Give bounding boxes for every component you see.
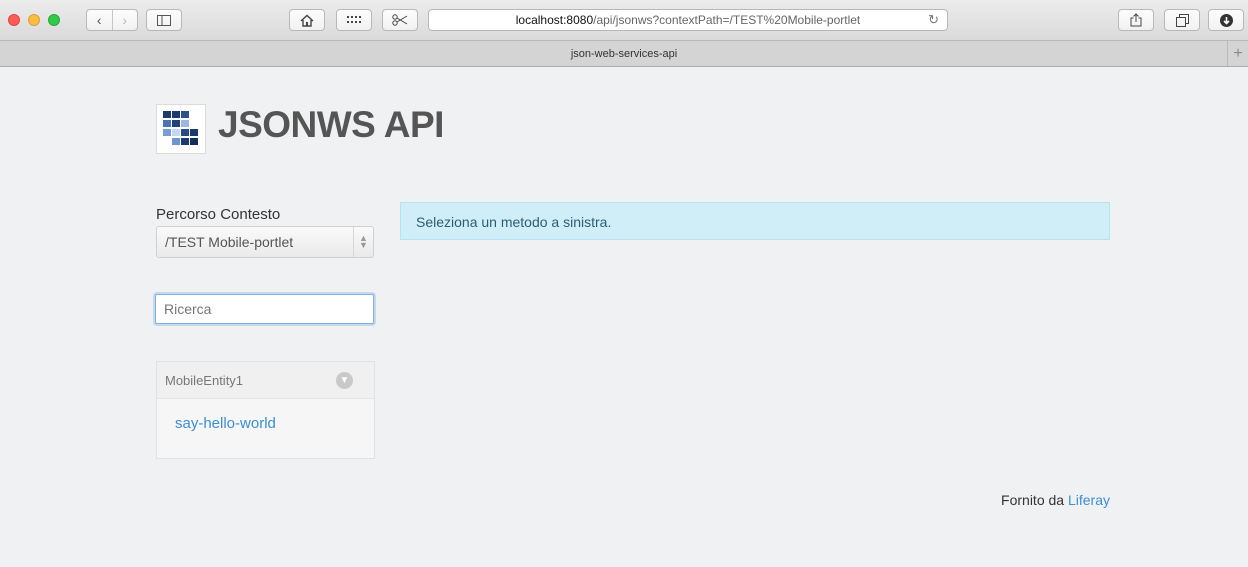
method-link[interactable]: say-hello-world bbox=[175, 415, 276, 432]
sidebar-icon bbox=[157, 14, 171, 26]
search-input[interactable] bbox=[155, 294, 374, 324]
tabs-icon bbox=[1175, 13, 1189, 27]
forward-icon[interactable]: › bbox=[111, 10, 138, 30]
footer-prefix: Fornito da bbox=[1001, 492, 1065, 508]
address-bar[interactable]: localhost:8080/api/jsonws?contextPath=/T… bbox=[428, 9, 948, 31]
info-alert: Seleziona un metodo a sinistra. bbox=[400, 202, 1110, 240]
tab-bar: json-web-services-api + bbox=[0, 41, 1248, 67]
browser-toolbar: ‹ › localhost:8080/api/jsonws?contextPat… bbox=[0, 0, 1248, 41]
tab-title[interactable]: json-web-services-api bbox=[571, 48, 677, 60]
minimize-window-button[interactable] bbox=[28, 14, 40, 26]
service-group-title: MobileEntity1 bbox=[165, 373, 244, 388]
context-path-select[interactable]: /TEST Mobile-portlet ▲ ▼ bbox=[156, 226, 374, 258]
clip-button[interactable] bbox=[382, 9, 418, 31]
chevron-down-icon[interactable]: ▼ bbox=[336, 372, 353, 389]
service-group-panel: MobileEntity1 ▼ say-hello-world bbox=[156, 361, 375, 459]
reload-icon[interactable]: ↻ bbox=[928, 12, 939, 28]
context-path-label: Percorso Contesto bbox=[156, 206, 281, 223]
footer: Fornito da Liferay bbox=[1001, 492, 1110, 508]
home-button[interactable] bbox=[289, 9, 325, 31]
history-nav: ‹ › bbox=[86, 9, 138, 31]
scissors-icon bbox=[392, 14, 408, 26]
download-icon bbox=[1219, 13, 1233, 27]
home-icon bbox=[300, 14, 314, 27]
page-title: JSONWS API bbox=[218, 104, 444, 145]
back-icon[interactable]: ‹ bbox=[87, 10, 112, 30]
new-tab-icon[interactable]: + bbox=[1227, 41, 1248, 66]
service-group-header[interactable]: MobileEntity1 ▼ bbox=[157, 362, 374, 399]
share-icon bbox=[1130, 13, 1142, 27]
share-button[interactable] bbox=[1118, 9, 1154, 31]
jsonws-logo-icon bbox=[163, 111, 198, 145]
select-arrows-icon: ▲ ▼ bbox=[353, 227, 373, 257]
address-path: /api/jsonws?contextPath=/TEST%20Mobile-p… bbox=[593, 13, 861, 27]
context-path-value: /TEST Mobile-portlet bbox=[165, 234, 294, 250]
downloads-button[interactable] bbox=[1208, 9, 1244, 31]
top-sites-button[interactable] bbox=[336, 9, 372, 31]
grid-icon bbox=[347, 16, 361, 23]
jsonws-logo bbox=[156, 104, 206, 154]
show-tabs-button[interactable] bbox=[1164, 9, 1200, 31]
maximize-window-button[interactable] bbox=[48, 14, 60, 26]
sidebar-button[interactable] bbox=[146, 9, 182, 31]
liferay-link[interactable]: Liferay bbox=[1068, 492, 1110, 508]
address-host: localhost:8080 bbox=[515, 13, 594, 27]
close-window-button[interactable] bbox=[8, 14, 20, 26]
info-message: Seleziona un metodo a sinistra. bbox=[416, 214, 612, 230]
